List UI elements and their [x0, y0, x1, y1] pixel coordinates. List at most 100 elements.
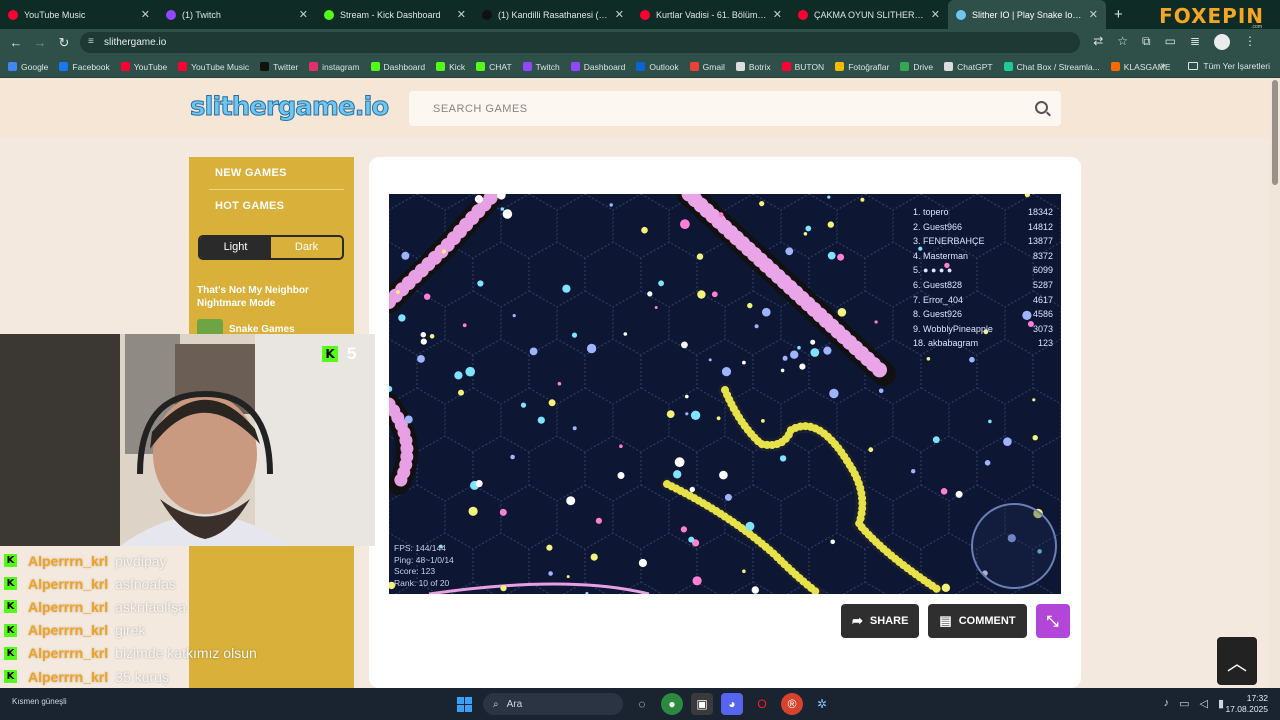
task-view-icon[interactable]: ◌ [631, 693, 653, 715]
chevron-up-icon: ︿ [1227, 652, 1247, 675]
food-pellet [988, 419, 992, 424]
site-info-icon[interactable]: ≡ [88, 36, 94, 47]
bookmark-item[interactable]: ChatGPT [944, 62, 993, 72]
browser-tab[interactable]: Kurtlar Vadisi - 61. Bölüm FULL ✕ [632, 0, 790, 29]
food-pellet [673, 470, 682, 479]
browser-tab[interactable]: (1) Twitch ✕ [158, 0, 316, 29]
close-icon[interactable]: ✕ [457, 8, 466, 21]
opera-icon[interactable]: O [751, 693, 773, 715]
bookmark-item[interactable]: Chat Box / Streamla... [1003, 62, 1100, 72]
bookmark-item[interactable]: Google [8, 62, 48, 72]
bookmark-item[interactable]: Facebook [59, 62, 110, 72]
bookmark-item[interactable]: Dashboard [370, 62, 425, 72]
menu-icon[interactable]: ⋮ [1244, 34, 1256, 50]
bookmark-label: Dashboard [583, 61, 626, 72]
close-icon[interactable]: ✕ [931, 8, 940, 21]
comment-button[interactable]: ▤ COMMENT [928, 604, 1027, 638]
close-icon[interactable]: ✕ [141, 8, 150, 21]
profile-avatar[interactable] [1214, 34, 1230, 50]
browser-tab[interactable]: Stream - Kick Dashboard ✕ [316, 0, 474, 29]
browser-tab[interactable]: ÇAKMA OYUN SLITHER.IO'YA N ✕ [790, 0, 948, 29]
food-pellet [718, 212, 724, 218]
bookmark-item[interactable]: Botrix [735, 62, 771, 72]
discord-icon[interactable]: ◕ [721, 693, 743, 715]
volume-icon[interactable]: ◁ [1199, 697, 1207, 710]
search-input[interactable] [433, 102, 1013, 115]
bookmark-item[interactable]: CHAT [476, 62, 512, 72]
game-actions: ➦ SHARE ▤ COMMENT ⤡ [841, 604, 1070, 638]
reload-icon[interactable]: ↻ [52, 35, 76, 51]
extensions-icon[interactable]: ⧉ [1142, 34, 1151, 50]
start-button[interactable] [453, 693, 475, 715]
site-logo[interactable]: slithergame.io [189, 92, 389, 123]
page-scrollbar-thumb[interactable] [1272, 80, 1278, 185]
leaderboard-rank: 8. [913, 309, 921, 320]
bookmark-item[interactable]: Dashboard [570, 61, 626, 72]
food-pellet [396, 290, 400, 294]
close-icon[interactable]: ✕ [615, 8, 624, 21]
bookmark-label: instagram [322, 61, 360, 72]
forward-icon[interactable]: → [28, 35, 52, 50]
sidebar-item-hot-games[interactable]: HOT GAMES [189, 190, 354, 222]
translate-icon[interactable]: ⇄ [1093, 34, 1103, 50]
taskbar-search[interactable]: ⌕ Ara [483, 693, 623, 715]
browser-tab[interactable]: Slither IO | Play Snake Io Game ✕ [948, 0, 1106, 29]
browser-tab[interactable]: YouTube Music ✕ [0, 0, 158, 29]
fullscreen-button[interactable]: ⤡ [1035, 604, 1070, 638]
kick-icon: K [4, 646, 17, 660]
bookmark-item[interactable]: Twitter [260, 62, 298, 72]
cast-icon[interactable]: ▭ [1165, 34, 1176, 50]
app-red-icon[interactable]: ® [781, 693, 803, 715]
new-tab-button[interactable]: + [1114, 6, 1123, 23]
bookmarks-overflow-icon[interactable]: » [1160, 60, 1166, 71]
bookmark-star-icon[interactable]: ☆ [1117, 34, 1128, 50]
food-pellet [548, 571, 553, 576]
chrome-icon[interactable]: ● [661, 693, 683, 715]
theme-dark-option[interactable]: Dark [271, 237, 342, 258]
bookmark-item[interactable]: Drive [900, 62, 933, 72]
battery-icon[interactable]: ▮ [1218, 697, 1224, 710]
sidebar-item-new-games[interactable]: NEW GAMES [189, 157, 354, 189]
bookmark-item[interactable]: instagram [309, 61, 360, 72]
sidebar-game-snake-label: Snake Games [229, 323, 295, 335]
weather-widget[interactable]: Kısmen güneşli [12, 697, 67, 706]
scroll-to-top-button[interactable]: ︿ [1217, 637, 1257, 685]
bookmark-item[interactable]: Outlook [636, 62, 679, 72]
close-icon[interactable]: ✕ [1089, 8, 1098, 21]
all-bookmarks[interactable]: Tüm Yer İşaretleri [1188, 61, 1270, 71]
bookmark-favicon-icon [735, 62, 745, 71]
bookmark-item[interactable]: Kick [436, 62, 465, 72]
back-icon[interactable]: ← [4, 35, 28, 50]
food-pellet [647, 291, 653, 297]
sidebar-game-link[interactable]: That's Not My Neighbor Nightmare Mode [197, 284, 347, 310]
leaderboard-player: 1. topero [913, 205, 949, 220]
food-pellet [780, 368, 785, 373]
url-field[interactable]: ≡ slithergame.io [80, 32, 1080, 53]
search-icon[interactable] [1035, 101, 1048, 114]
app-icon[interactable]: ▣ [691, 693, 713, 715]
browser-tab[interactable]: (1) Kandilli Rasathanesi (@Kand ✕ [474, 0, 632, 29]
close-icon[interactable]: ✕ [299, 8, 308, 21]
bookmark-item[interactable]: Fotoğraflar [835, 62, 889, 72]
bookmark-item[interactable]: BUTON [781, 62, 824, 72]
kick-icon: K [322, 346, 338, 362]
media-icon[interactable]: ≣ [1190, 34, 1200, 50]
food-pellet [745, 521, 755, 531]
leaderboard-row: 9. WobblyPineapple 3073 [913, 322, 1053, 337]
clock[interactable]: 17:32 17.08.2025 [1225, 693, 1268, 715]
network-icon[interactable]: ▭ [1179, 697, 1189, 710]
bookmark-item[interactable]: YouTube Music [178, 62, 249, 72]
share-button[interactable]: ➦ SHARE [841, 604, 920, 638]
theme-toggle[interactable]: Light Dark [198, 235, 344, 260]
theme-light-option[interactable]: Light [200, 237, 271, 258]
food-pellet [724, 493, 732, 501]
mic-icon[interactable]: ♪ [1164, 697, 1170, 710]
bookmark-item[interactable]: Gmail [689, 62, 725, 72]
settings-icon[interactable]: ✲ [811, 693, 833, 715]
bookmark-item[interactable]: YouTube [120, 62, 167, 72]
food-pellet [719, 470, 728, 480]
search-bar[interactable] [409, 91, 1061, 126]
food-pellet [688, 536, 695, 543]
bookmark-item[interactable]: Twitch [522, 62, 560, 72]
close-icon[interactable]: ✕ [773, 8, 782, 21]
